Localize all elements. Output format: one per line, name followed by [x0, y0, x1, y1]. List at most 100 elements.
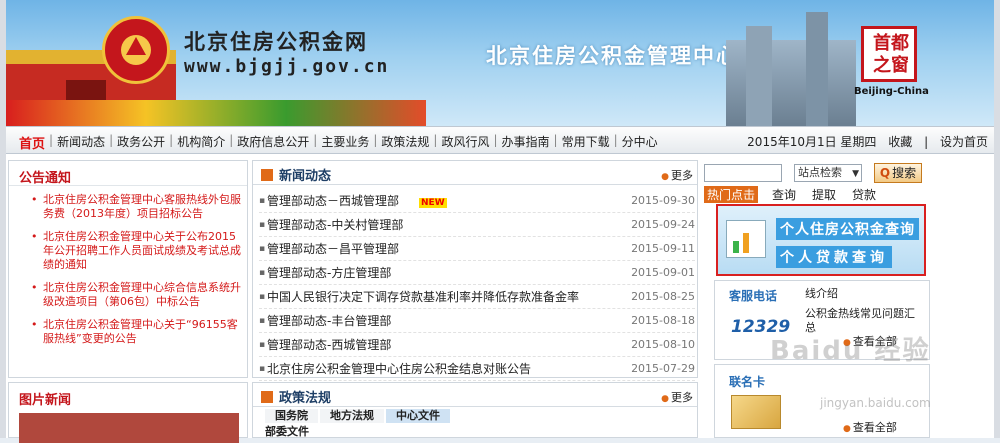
new-badge: NEW [419, 198, 447, 208]
current-date: 2015年10月1日 星期四 [747, 135, 877, 149]
news-panel: 新闻动态 更多 ▪ 管理部动态－西城管理部 NEW 2015-09-30 ▪ 管理… [252, 160, 698, 381]
news-headline[interactable]: 管理部动态－西城管理部 [267, 194, 399, 208]
news-date: 2015-08-10 [631, 338, 695, 351]
card-more-link[interactable]: 查看全部 [843, 419, 897, 435]
nav-gov-info[interactable]: 政府信息公开 [234, 133, 312, 152]
photo-news-image[interactable] [19, 413, 239, 443]
chevron-down-icon: ▼ [852, 169, 859, 179]
search-button[interactable]: Q 搜索 [874, 163, 922, 183]
nav-about[interactable]: 机构简介 [174, 133, 228, 152]
nav-conduct[interactable]: 政风行风 [438, 133, 492, 152]
news-row[interactable]: ▪ 管理部动态－西城管理部 NEW 2015-09-30 [259, 189, 695, 213]
search-scope-select[interactable]: 站点检索 ▼ [794, 164, 862, 182]
news-date: 2015-09-24 [631, 218, 695, 231]
news-date: 2015-09-11 [631, 242, 695, 255]
nav-guide[interactable]: 办事指南 [499, 133, 553, 152]
set-home-link[interactable]: 设为首页 [940, 135, 988, 149]
city-skyline-image [726, 12, 856, 126]
nav-news[interactable]: 新闻动态 [54, 133, 108, 152]
news-row[interactable]: ▪ 管理部动态-西城管理部 2015-08-10 [259, 333, 695, 357]
notice-item[interactable]: 北京住房公积金管理中心关于公布2015年公开招聘工作人员面试成绩及考试总成绩的通… [25, 230, 241, 272]
news-headline[interactable]: 管理部动态-中关村管理部 [267, 216, 625, 233]
seal-caption: Beijing-China [854, 86, 929, 97]
divider [253, 406, 697, 407]
bullet-icon: ▪ [259, 267, 266, 278]
personal-query-banner[interactable]: 个人住房公积金查询 个人贷款查询 [716, 204, 926, 276]
bullet-icon: ▪ [259, 339, 266, 350]
nav-separator: | [924, 135, 929, 149]
notice-item[interactable]: 北京住房公积金管理中心客服热线外包服务费（2013年度）项目招标公告 [25, 193, 241, 221]
hot-keywords: 热门点击 查询 提取 贷款 [704, 186, 892, 203]
news-headline[interactable]: 管理部动态-丰台管理部 [267, 312, 625, 329]
search-input[interactable] [704, 164, 782, 182]
news-headline[interactable]: 北京住房公积金管理中心住房公积金结息对账公告 [267, 360, 625, 377]
bhfmc-logo[interactable] [102, 16, 170, 84]
news-row[interactable]: ▪ 中国人民银行决定下调存贷款基准利率并降低存款准备金率 2015-08-25 [259, 285, 695, 309]
site-header: 北京住房公积金网 www.bjgjj.gov.cn 北京住房公积金管理中心 首都… [6, 0, 994, 126]
tab-ministry-documents[interactable]: 部委文件 [265, 423, 309, 439]
news-more-link[interactable]: 更多 [661, 167, 693, 183]
nav-right: 2015年10月1日 星期四 收藏 | 设为首页 [739, 133, 988, 150]
news-date: 2015-08-25 [631, 290, 695, 303]
fund-query-label[interactable]: 个人住房公积金查询 [776, 218, 919, 240]
policy-title: 政策法规 [261, 387, 331, 406]
browser-page: 北京住房公积金网 www.bjgjj.gov.cn 北京住房公积金管理中心 首都… [0, 0, 1000, 443]
news-title-link[interactable]: 管理部动态－西城管理部 NEW [267, 192, 625, 209]
tab-state-council[interactable]: 国务院 [265, 409, 318, 423]
service-link-intro[interactable]: 线介绍 [805, 285, 838, 301]
news-headline[interactable]: 管理部动态-西城管理部 [267, 336, 625, 353]
site-name: 北京住房公积金网 [184, 30, 368, 54]
hot-keyword-withdraw[interactable]: 提取 [812, 186, 836, 203]
search-scope-value: 站点检索 [798, 166, 842, 179]
news-date: 2015-07-29 [631, 362, 695, 375]
loan-query-label[interactable]: 个人贷款查询 [776, 246, 892, 268]
news-list: ▪ 管理部动态－西城管理部 NEW 2015-09-30 ▪ 管理部动态-中关村管… [259, 189, 695, 381]
news-headline[interactable]: 中国人民银行决定下调存贷款基准利率并降低存款准备金率 [267, 288, 625, 305]
divider [9, 185, 247, 186]
flower-decoration [6, 100, 426, 126]
notice-list: 北京住房公积金管理中心客服热线外包服务费（2013年度）项目招标公告 北京住房公… [25, 193, 241, 355]
news-row[interactable]: ▪ 管理部动态-丰台管理部 2015-08-18 [259, 309, 695, 333]
bullet-icon: ▪ [259, 315, 266, 326]
bullet-icon: ▪ [259, 195, 266, 206]
news-date: 2015-08-18 [631, 314, 695, 327]
hot-label: 热门点击 [704, 186, 759, 203]
nav-policy[interactable]: 政策法规 [378, 133, 432, 152]
news-row[interactable]: ▪ 管理部动态-方庄管理部 2015-09-01 [259, 261, 695, 285]
hot-keyword-loan[interactable]: 贷款 [852, 186, 876, 203]
news-headline[interactable]: 管理部动态－昌平管理部 [267, 240, 625, 257]
nav-downloads[interactable]: 常用下载 [559, 133, 613, 152]
notice-item[interactable]: 北京住房公积金管理中心关于“96155客服热线”变更的公告 [25, 318, 241, 346]
photo-news-title: 图片新闻 [19, 393, 72, 408]
news-row[interactable]: ▪ 管理部动态-中关村管理部 2015-09-24 [259, 213, 695, 237]
search-button-label: 搜索 [892, 166, 917, 180]
notice-title: 公告通知 [19, 171, 72, 186]
search-icon: Q [879, 166, 891, 180]
nav-home[interactable]: 首页 [16, 133, 48, 152]
policy-more-link[interactable]: 更多 [661, 389, 693, 405]
hot-keyword-query[interactable]: 查询 [772, 186, 796, 203]
bullet-icon: ▪ [259, 243, 266, 254]
bookmark-link[interactable]: 收藏 [888, 135, 912, 149]
chart-icon [726, 220, 766, 258]
policy-panel: 政策法规 更多 国务院 地方法规 中心文件 部委文件 [252, 382, 698, 438]
capital-window-logo[interactable]: 首都之窗 [861, 26, 917, 82]
logo-mark [126, 37, 146, 55]
notice-item[interactable]: 北京住房公积金管理中心综合信息系统升级改造项目（第06包）中标公告 [25, 281, 241, 309]
news-headline[interactable]: 管理部动态-方庄管理部 [267, 264, 625, 281]
nav-business[interactable]: 主要业务 [318, 133, 372, 152]
main-nav: 首页 | 新闻动态 | 政务公开 | 机构简介 | 政府信息公开 | 主要业务 | 政策法规… [6, 126, 994, 154]
tab-local-regulations[interactable]: 地方法规 [320, 409, 384, 423]
news-title: 新闻动态 [261, 165, 331, 184]
tab-center-documents[interactable]: 中心文件 [386, 409, 450, 423]
news-row[interactable]: ▪ 管理部动态－昌平管理部 2015-09-11 [259, 237, 695, 261]
seal-text: 首都之窗 [873, 33, 909, 76]
news-row[interactable]: ▪ 北京住房公积金管理中心住房公积金结息对账公告 2015-07-29 [259, 357, 695, 381]
nav-branches[interactable]: 分中心 [619, 133, 661, 152]
joint-card-title: 联名卡 [729, 375, 766, 389]
divider [253, 184, 697, 185]
banner-title: 北京住房公积金管理中心 [486, 44, 739, 68]
nav-gov-affairs[interactable]: 政务公开 [114, 133, 168, 152]
bank-card-image[interactable] [731, 395, 781, 429]
notice-panel: 公告通知 北京住房公积金管理中心客服热线外包服务费（2013年度）项目招标公告 … [8, 160, 248, 378]
